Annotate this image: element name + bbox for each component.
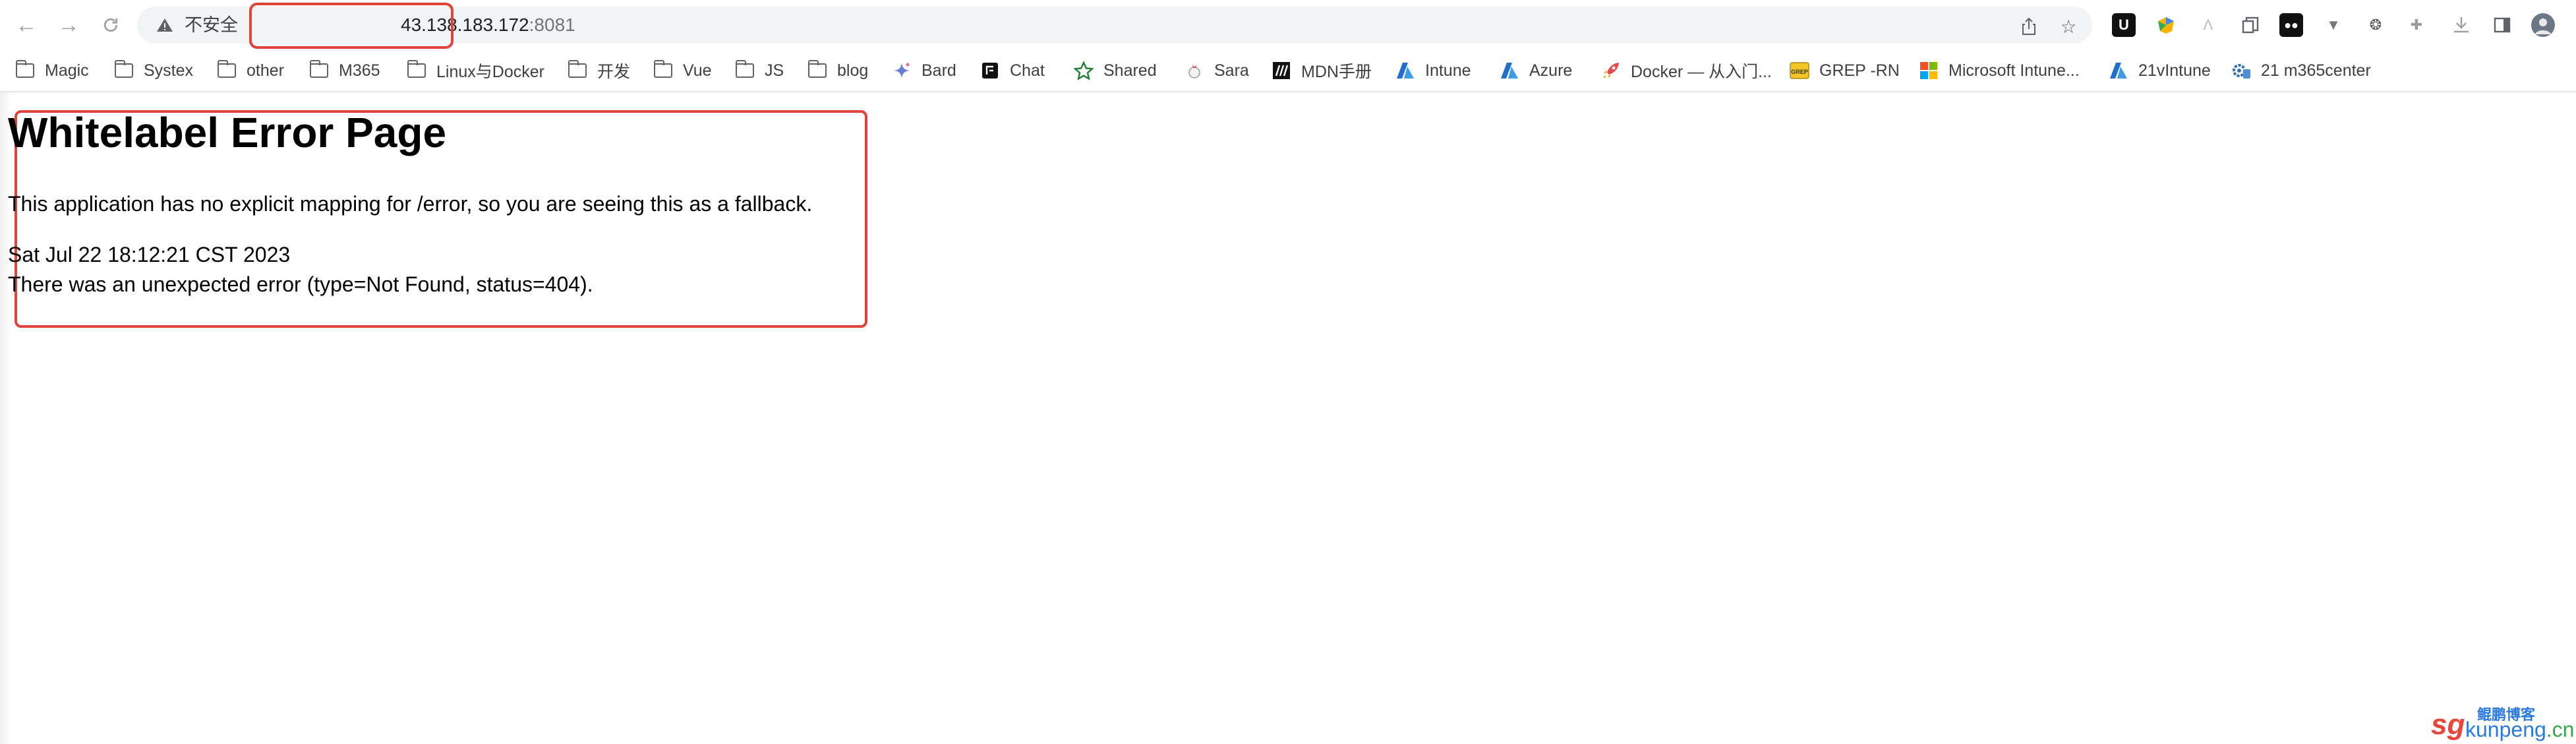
bookmark-chat[interactable]: Chat (980, 50, 1045, 91)
bookmark-label: GREP -RN (1819, 61, 1900, 80)
bookmark-label: Sara (1214, 61, 1249, 80)
bookmark-label: Docker — 从入门... (1631, 63, 1772, 81)
share-icon[interactable] (2017, 15, 2041, 38)
bookmark-intune[interactable]: Intune (1395, 50, 1471, 91)
bookmark-folder-magic[interactable]: Magic (15, 50, 89, 91)
url-port: :8081 (529, 15, 575, 35)
bookmark-label: 21vIntune (2138, 61, 2211, 80)
chat-icon (980, 61, 1001, 80)
bookmark-label: M365 (339, 61, 380, 80)
site-watermark: sg 鲲鹏博客 kunpeng.cn (2431, 703, 2574, 741)
folder-icon (113, 60, 134, 80)
bookmark-folder-dev[interactable]: 开发 (567, 50, 630, 91)
folder-icon (734, 60, 755, 80)
extension-shield-icon[interactable]: U (2112, 13, 2136, 37)
bookmark-mdn[interactable]: MDN手册 (1271, 50, 1372, 91)
folder-icon (15, 60, 36, 80)
bookmark-label: 21 m365center (2261, 61, 2371, 80)
bookmark-star-icon[interactable]: ☆ (2057, 15, 2080, 38)
folder-icon (216, 60, 237, 80)
error-message: This application has no explicit mapping… (8, 192, 813, 216)
reload-icon[interactable] (95, 9, 127, 41)
bookmark-label: Shared (1103, 61, 1157, 80)
bookmark-azure[interactable]: Azure (1499, 50, 1572, 91)
bookmark-folder-linux-docker[interactable]: Linux与Docker (406, 50, 544, 91)
extension-wheel-icon[interactable]: ❂ (2364, 13, 2387, 37)
bookmark-label: Azure (1529, 61, 1573, 80)
bookmark-folder-systex[interactable]: Systex (113, 50, 193, 91)
bookmark-label: Chat (1010, 61, 1045, 80)
mdn-icon (1271, 61, 1292, 80)
extension-copy-icon[interactable] (2239, 13, 2262, 37)
microsoft-icon (1918, 61, 1939, 80)
back-arrow-icon[interactable]: ← (11, 9, 42, 41)
extension-colorful-icon[interactable] (2154, 13, 2178, 37)
bookmark-folder-blog[interactable]: blog (807, 50, 868, 91)
svg-text:GREP: GREP (1791, 69, 1808, 75)
watermark-prefix: sg (2431, 708, 2465, 741)
bookmark-microsoft-intune[interactable]: Microsoft Intune... (1918, 50, 2080, 91)
bookmark-docker-guide[interactable]: Docker — 从入门... (1600, 50, 1772, 91)
side-panel-icon[interactable] (2490, 13, 2514, 37)
extensions-puzzle-icon[interactable]: ✚ (2405, 13, 2428, 37)
bookmark-label: JS (765, 61, 784, 80)
extension-bot-icon[interactable]: ●● (2279, 13, 2303, 37)
grep-icon: GREP (1789, 61, 1810, 80)
rooster-icon (1184, 61, 1205, 80)
bookmark-label: Magic (45, 61, 89, 80)
watermark-domain-text: kunpeng.cn (2465, 718, 2574, 742)
bookmark-folder-vue[interactable]: Vue (653, 50, 712, 91)
star-icon (1073, 61, 1094, 80)
bookmark-label: Microsoft Intune... (1948, 61, 2080, 80)
forward-arrow-icon[interactable]: → (53, 9, 84, 41)
bookmark-label: MDN手册 (1301, 63, 1372, 81)
bookmark-label: Bard (922, 61, 956, 80)
folder-icon (308, 60, 330, 80)
folder-icon (653, 60, 674, 80)
rocket-icon (1600, 61, 1622, 80)
bookmark-grep[interactable]: GREP GREP -RN (1789, 50, 1900, 91)
download-icon[interactable] (2449, 13, 2473, 37)
bookmarks-bar: Magic Systex other M365 Linux与Docker 开发 … (0, 50, 2576, 92)
bookmark-label: Vue (683, 61, 712, 80)
folder-icon (567, 60, 588, 80)
folder-icon (807, 60, 828, 80)
bookmark-folder-js[interactable]: JS (734, 50, 784, 91)
azure-icon (1499, 61, 1520, 80)
bookmark-label: other (247, 61, 284, 80)
page-left-edge (0, 92, 12, 744)
url-highlight-annotation (249, 3, 454, 49)
bookmark-folder-m365[interactable]: M365 (308, 50, 380, 91)
error-detail: There was an unexpected error (type=Not … (8, 272, 593, 296)
watermark-domain: kunpeng (2465, 718, 2546, 741)
watermark-tld: .cn (2546, 718, 2575, 741)
bookmark-21vintune[interactable]: 21vIntune (2108, 50, 2211, 91)
bookmark-bard[interactable]: Bard (891, 50, 956, 91)
error-timestamp: Sat Jul 22 18:12:21 CST 2023 (8, 243, 291, 266)
bookmark-21-m365center[interactable]: 21 m365center (2231, 50, 2371, 91)
bookmark-label: Linux与Docker (436, 63, 544, 81)
azure-icon (2108, 61, 2129, 80)
azure-icon (1395, 61, 1416, 80)
bookmark-label: blog (837, 61, 869, 80)
profile-avatar[interactable] (2531, 13, 2555, 37)
bookmark-folder-other[interactable]: other (216, 50, 284, 91)
gear-icon (2231, 61, 2252, 80)
warning-triangle-icon[interactable] (152, 7, 178, 44)
bookmark-label: Intune (1425, 61, 1471, 80)
extension-a-icon[interactable]: Ʌ (2196, 13, 2220, 37)
bookmark-label: Systex (144, 61, 194, 80)
bard-sparkle-icon (891, 61, 912, 80)
security-label[interactable]: 不安全 (185, 7, 238, 44)
bookmark-sara[interactable]: Sara (1184, 50, 1249, 91)
extension-v-icon[interactable]: ▼ (2322, 13, 2345, 37)
browser-toolbar: ← → 不安全 43.138.183.172:8081 ☆ U Ʌ ●● ▼ ❂… (0, 0, 2576, 50)
page-title: Whitelabel Error Page (8, 109, 447, 156)
bookmark-label: 开发 (597, 63, 631, 81)
folder-icon (406, 60, 427, 80)
bookmark-shared[interactable]: Shared (1073, 50, 1157, 91)
